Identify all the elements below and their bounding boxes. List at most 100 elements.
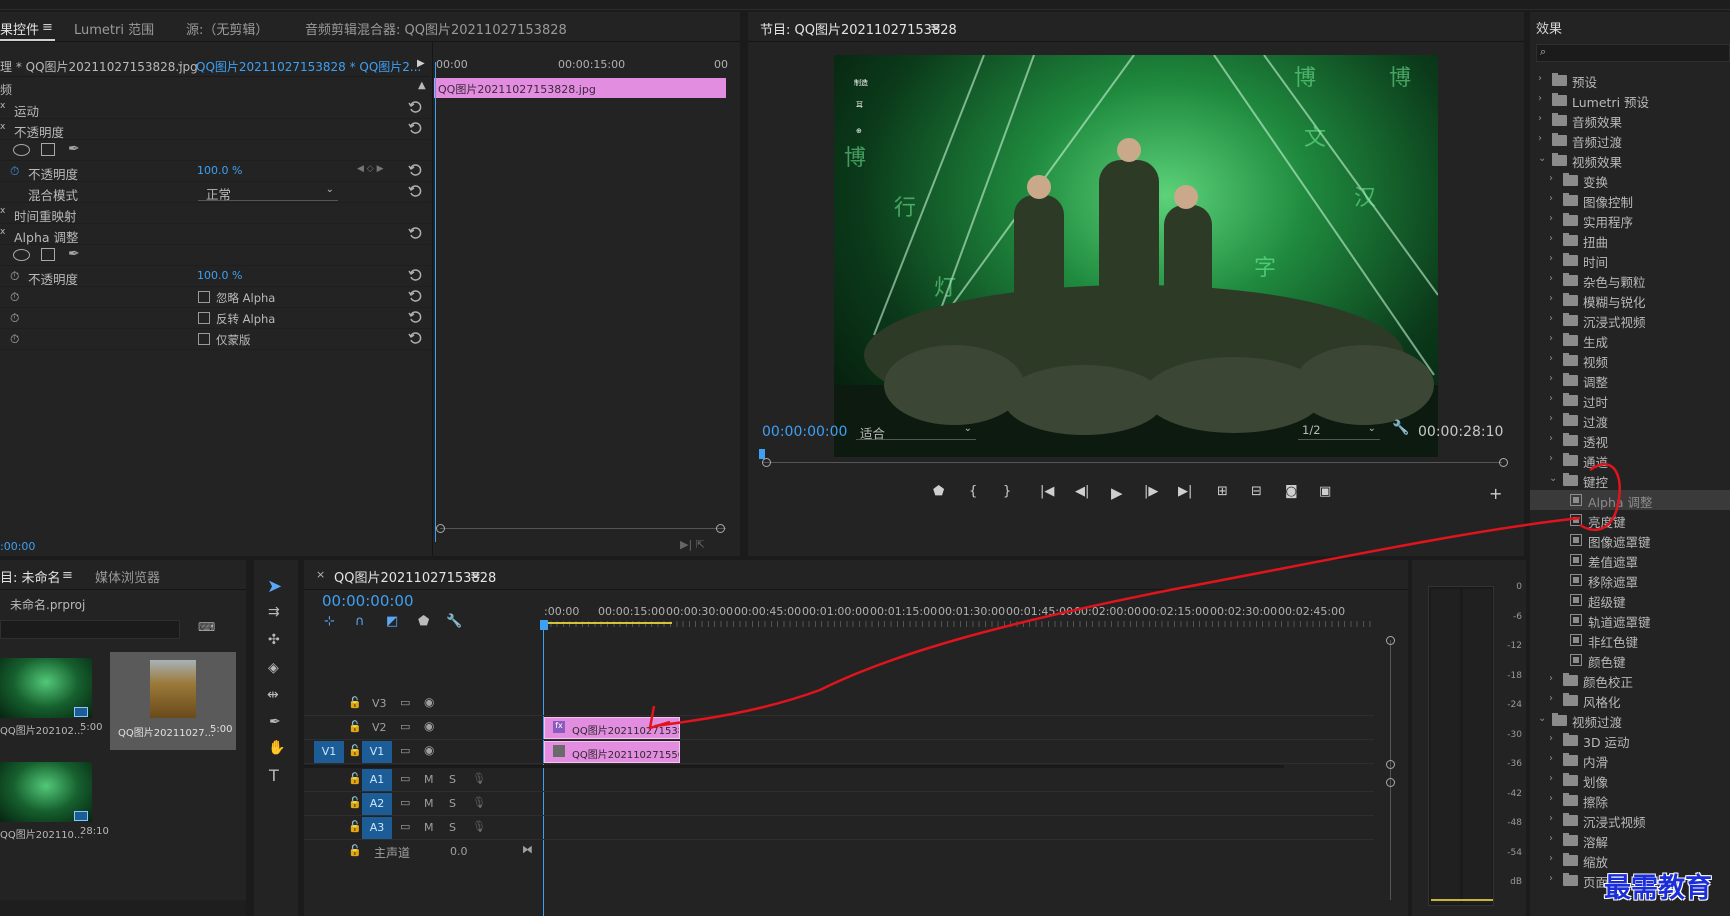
program-video-frame[interactable]: 博行文汉字灯 博博 制造耳 ⊕ — [834, 55, 1438, 457]
opacity-value[interactable]: 100.0 % — [197, 164, 242, 177]
go-to-in-icon[interactable]: |◀ — [1040, 484, 1054, 499]
microphone-icon[interactable]: 🎙 — [472, 820, 486, 833]
chevron-right-icon[interactable]: › — [1538, 113, 1542, 124]
effects-tree-item[interactable]: 移除遮罩 — [1530, 570, 1730, 590]
ec-current-time[interactable]: :00:00 — [0, 540, 35, 553]
reset-icon[interactable] — [408, 100, 422, 114]
ec-mini-clip[interactable]: QQ图片20211027153828.jpg — [434, 78, 726, 98]
ec-row-alpha-opacity[interactable]: ⏱ 不透明度 100.0 % — [0, 266, 430, 287]
ellipse-mask-icon[interactable] — [13, 249, 30, 261]
comparison-view-icon[interactable]: ▣ — [1319, 484, 1331, 499]
chevron-right-icon[interactable]: › — [1549, 693, 1553, 704]
reset-icon[interactable] — [408, 289, 422, 303]
effects-tree-item[interactable]: › 图像控制 — [1530, 190, 1730, 210]
collapse-icon[interactable]: ▲ — [418, 80, 426, 91]
scroll-handle-right[interactable] — [716, 524, 725, 533]
program-timecode[interactable]: 00:00:00:00 — [762, 424, 847, 440]
chevron-right-icon[interactable]: › — [1549, 273, 1553, 284]
new-bin-icon[interactable]: ⌨ — [198, 620, 215, 634]
scroll-handle-right[interactable] — [1499, 458, 1508, 467]
reset-icon[interactable] — [408, 226, 422, 240]
fit-select[interactable]: 适合 ⌄ — [856, 422, 976, 441]
effects-tree-item[interactable]: › 风格化 — [1530, 690, 1730, 710]
ignore-alpha-checkbox[interactable] — [198, 291, 210, 303]
eye-icon[interactable]: ◉ — [424, 743, 434, 757]
source-patch-v1[interactable]: V1 — [314, 741, 344, 763]
chevron-right-icon[interactable]: › — [1549, 173, 1553, 184]
nest-icon[interactable]: ⊹ — [324, 614, 335, 629]
solo-button[interactable]: S — [449, 797, 456, 810]
program-monitor-title[interactable]: 节目: QQ图片20211027153828 — [760, 19, 957, 38]
slip-tool-icon[interactable]: ⇹ — [267, 687, 279, 703]
chevron-right-icon[interactable]: › — [1538, 73, 1542, 84]
add-button-icon[interactable]: + — [1489, 484, 1502, 503]
reset-icon[interactable] — [408, 121, 422, 135]
timeline-timecode[interactable]: 00:00:00:00 — [322, 592, 414, 610]
effects-tree-item[interactable]: › 时间 — [1530, 250, 1730, 270]
extract-icon[interactable]: ⊟ — [1251, 484, 1262, 499]
mark-in-icon[interactable]: { — [969, 484, 977, 499]
track-select-tool-icon[interactable]: ⇉ — [268, 604, 280, 620]
audio-track-icon[interactable]: ▭ — [400, 796, 410, 809]
play-only-icon[interactable]: ▶ — [417, 58, 425, 69]
effects-tree-item[interactable]: 轨道遮罩键 — [1530, 610, 1730, 630]
timeline-scroll-v[interactable] — [1390, 640, 1391, 900]
stopwatch-icon[interactable]: ⏱ — [10, 269, 19, 284]
chevron-right-icon[interactable]: › — [1549, 353, 1553, 364]
film-icon[interactable]: ▭ — [400, 720, 410, 733]
effects-tree-item[interactable]: › 扭曲 — [1530, 230, 1730, 250]
ec-scrollbar[interactable] — [440, 528, 726, 529]
effects-tree-item[interactable]: ⌄ 视频效果 — [1530, 150, 1730, 170]
chevron-right-icon[interactable]: › — [1549, 793, 1553, 804]
chevron-right-icon[interactable]: › — [1538, 133, 1542, 144]
blend-mode-select[interactable]: 正常 ⌄ — [198, 183, 338, 202]
solo-button[interactable]: S — [449, 821, 456, 834]
hand-tool-icon[interactable]: ✋ — [268, 740, 285, 756]
effects-tree-item[interactable]: › 变换 — [1530, 170, 1730, 190]
pen-mask-icon[interactable]: ✒ — [68, 141, 80, 157]
wrench-icon[interactable]: 🔧 — [1392, 420, 1409, 436]
pen-tool-icon[interactable]: ✒ — [269, 714, 281, 730]
effects-tree-item[interactable]: › 沉浸式视频 — [1530, 810, 1730, 830]
effects-tree-item[interactable]: Alpha 调整 — [1530, 490, 1730, 510]
solo-button[interactable]: S — [449, 773, 456, 786]
project-item-3[interactable]: QQ图片202110... 28:10 — [0, 756, 109, 854]
snap-icon[interactable]: ∩ — [355, 614, 365, 629]
selection-tool-icon[interactable]: ➤ — [267, 576, 282, 597]
chevron-right-icon[interactable]: › — [1538, 93, 1542, 104]
chevron-right-icon[interactable]: › — [1549, 193, 1553, 204]
track-a1-target[interactable]: A1 — [362, 769, 392, 791]
chevron-right-icon[interactable]: › — [1549, 393, 1553, 404]
play-icon[interactable]: ▶ — [1111, 484, 1123, 502]
linked-selection-icon[interactable]: ◩ — [386, 614, 398, 629]
camera-icon[interactable]: ◙ — [1285, 484, 1298, 499]
ec-row-motion[interactable]: x 运动 — [0, 98, 430, 119]
effects-tree-item[interactable]: 颜色键 — [1530, 650, 1730, 670]
project-item-1[interactable]: QQ图片202102... 5:00 — [0, 652, 104, 750]
chevron-down-icon[interactable]: ⌄ — [1549, 473, 1557, 484]
panel-menu-icon[interactable]: ≡ — [62, 568, 73, 583]
chevron-right-icon[interactable]: › — [1549, 673, 1553, 684]
work-area-bar[interactable] — [544, 622, 672, 624]
step-back-icon[interactable]: ◀| — [1075, 484, 1089, 499]
effects-tree-item[interactable]: › 实用程序 — [1530, 210, 1730, 230]
scroll-handle-mid[interactable] — [1386, 760, 1395, 769]
stopwatch-icon[interactable]: ⏱ — [10, 311, 19, 326]
effects-tree-item[interactable]: 非红色键 — [1530, 630, 1730, 650]
mask-only-checkbox[interactable] — [198, 333, 210, 345]
lock-icon[interactable]: 🔓 — [348, 696, 362, 709]
go-to-end-icon[interactable]: ⧓ — [522, 843, 533, 856]
effects-tree-item[interactable]: › 杂色与颗粒 — [1530, 270, 1730, 290]
film-icon[interactable]: ▭ — [400, 744, 410, 757]
stopwatch-icon[interactable]: ⏱ — [10, 332, 19, 347]
step-forward-icon[interactable]: |▶ — [1144, 484, 1158, 499]
pen-mask-icon[interactable]: ✒ — [68, 246, 80, 262]
ec-row-ignore-alpha[interactable]: ⏱ 忽略 Alpha — [0, 287, 430, 308]
sequence-clip-name[interactable]: QQ图片20211027153828 * QQ图片2... — [196, 58, 421, 75]
program-scrub-bar[interactable] — [762, 462, 1502, 463]
effects-tree-item[interactable]: › 内滑 — [1530, 750, 1730, 770]
type-tool-icon[interactable]: T — [269, 766, 279, 785]
tab-project[interactable]: 目: 未命名 — [0, 567, 61, 586]
go-to-out-icon[interactable]: ▶| — [1178, 484, 1192, 499]
effects-tree-item[interactable]: › 划像 — [1530, 770, 1730, 790]
